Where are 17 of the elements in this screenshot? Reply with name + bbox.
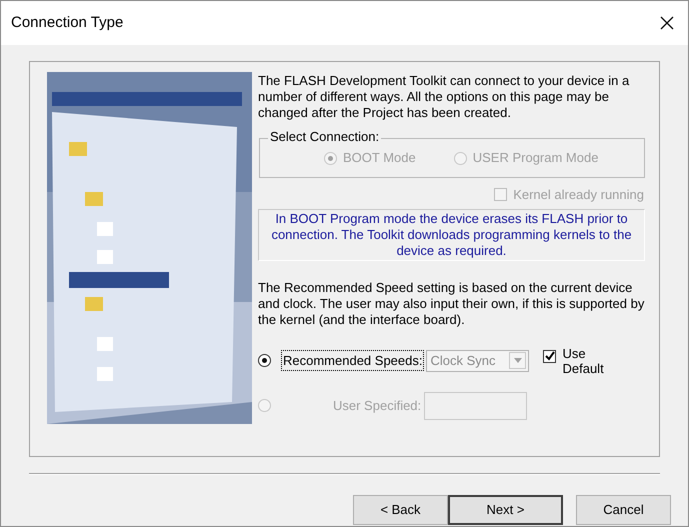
- wizard-button[interactable]: Next >: [448, 495, 563, 525]
- intro-text: The FLASH Development Toolkit can connect to your device in a number of different ways. All the options on this page may be changed after the Project has been created.: [258, 73, 630, 121]
- checkbox[interactable]: [543, 350, 556, 362]
- info-text: In BOOT Program mode the device erases its FLASH prior to connection. The Toolkit downloads programming kernels to the device as required.: [258, 208, 645, 260]
- radio-button[interactable]: [258, 354, 271, 367]
- field-label: User Specified:: [333, 396, 422, 415]
- wizard-button[interactable]: Cancel: [576, 495, 671, 525]
- window-title: Connection Type: [11, 12, 124, 33]
- close-icon[interactable]: [660, 16, 674, 30]
- radio-label: Recommended Speeds:: [281, 350, 424, 372]
- speed-text: The Recommended Speed setting is based on the current device and clock. The user may also input their own, if this is supported by the kernel (and the interface board).: [258, 280, 645, 328]
- dropdown-arrow-icon: [514, 358, 522, 363]
- wizard-button[interactable]: < Back: [353, 495, 448, 525]
- checkbox-label: Use Default: [562, 346, 605, 376]
- radio-label: BOOT Mode: [343, 149, 416, 168]
- checkbox-label: Kernel already running: [513, 186, 644, 204]
- radio-label: USER Program Mode: [472, 149, 598, 168]
